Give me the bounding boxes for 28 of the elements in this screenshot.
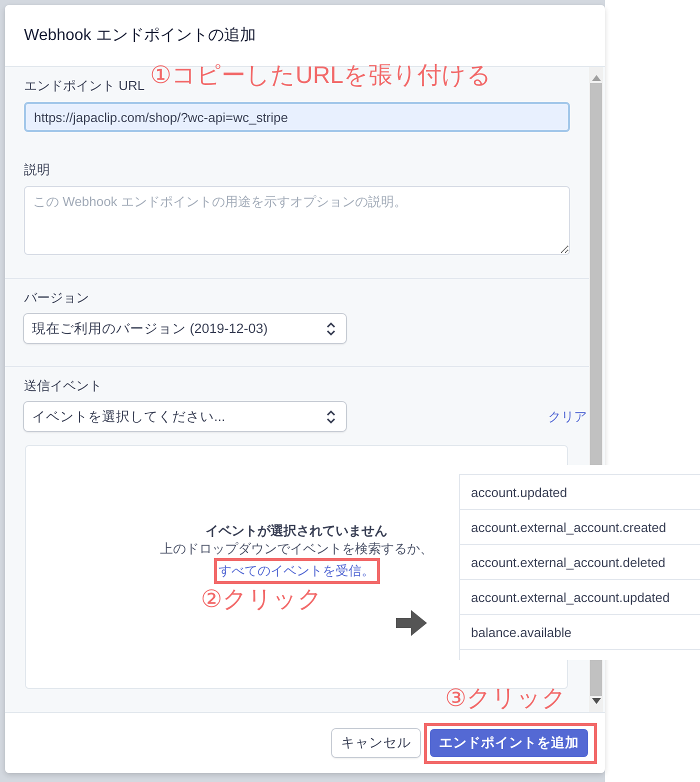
description-field[interactable]: この Webhook エンドポイントの用途を示すオプションの説明。 (24, 186, 570, 255)
clear-link[interactable]: クリア (548, 408, 587, 426)
scroll-down-icon[interactable] (592, 698, 600, 704)
field-label: 送信イベント (24, 378, 103, 394)
annotation-text: ②クリック (200, 588, 322, 612)
empty-state-text: 上のドロップダウンでイベントを検索するか、 (160, 540, 433, 558)
event-list-item[interactable]: account.updated (460, 475, 700, 510)
annotation-text: ①コピーしたURLを張り付ける (150, 64, 492, 88)
event-list-item[interactable]: account.external_account.deleted (460, 545, 700, 580)
event-list-item[interactable]: account.external_account.created (460, 510, 700, 545)
chevron-updown-icon (326, 410, 336, 424)
annotation-text: ③クリック (445, 687, 567, 711)
field-label: 説明 (24, 162, 51, 178)
field-label: バージョン (24, 290, 90, 306)
dialog-title: Webhook エンドポイントの追加 (24, 26, 256, 46)
cancel-button[interactable]: キャンセル (332, 729, 420, 757)
event-list-item[interactable]: account.external_account.updated (460, 580, 700, 615)
event-list-item[interactable]: balance.available (460, 615, 700, 650)
add-endpoint-button[interactable]: エンドポイントを追加 (430, 728, 588, 756)
select-field[interactable]: イベントを選択してください... (24, 402, 346, 431)
select-field[interactable]: 現在ご利用のバージョン (2019-12-03) (24, 314, 346, 343)
empty-state-title: イベントが選択されていません (206, 522, 388, 540)
scroll-up-icon[interactable] (592, 75, 600, 81)
right-arrow-icon (396, 610, 427, 636)
url-field[interactable]: https://japaclip.com/shop/?wc-api=wc_stripe (24, 102, 570, 132)
field-label: エンドポイント URL (24, 78, 146, 94)
chevron-updown-icon (326, 322, 336, 336)
receive-all-events-link[interactable]: すべてのイベントを受信。 (218, 562, 374, 580)
